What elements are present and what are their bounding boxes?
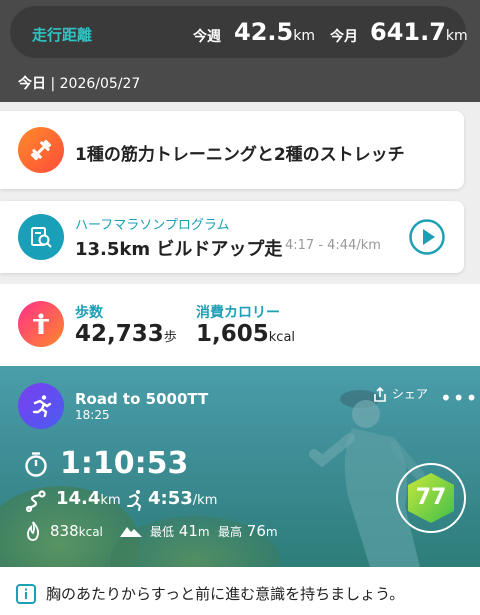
pace-icon bbox=[127, 490, 142, 511]
elevation-max: 最高 76m bbox=[218, 522, 278, 540]
week-distance: 42.5km bbox=[234, 18, 315, 46]
program-card[interactable]: ハーフマラソンプログラム 13.5km ビルドアップ走 4:17 - 4:44/… bbox=[0, 201, 464, 273]
today-date: 今日 | 2026/05/27 bbox=[18, 76, 141, 92]
activity-name: Road to 5000TT bbox=[75, 390, 209, 408]
distance-label: 走行距離 bbox=[32, 26, 93, 44]
activity-pace: 4:53/km bbox=[148, 488, 218, 509]
week-label: 今週 bbox=[193, 29, 221, 45]
steps-value: 42,733歩 bbox=[75, 321, 177, 347]
steps-label: 歩数 bbox=[75, 305, 103, 321]
activity-card[interactable]: Road to 5000TT 18:25 シェア ••• 1:10:53 14.… bbox=[0, 366, 480, 567]
workout-title: 1種の筋力トレーニングと2種のストレッチ bbox=[75, 145, 405, 165]
month-distance: 641.7km bbox=[370, 18, 468, 46]
activity-distance: 14.4km bbox=[56, 488, 121, 509]
share-label: シェア bbox=[391, 387, 428, 401]
tip-banner: 胸のあたりからすっと前に進む意識を持ちましょう。 bbox=[0, 567, 480, 615]
activity-time: 18:25 bbox=[75, 408, 110, 422]
distance-summary[interactable]: 走行距離 今週 42.5km 今月 641.7km bbox=[10, 6, 468, 58]
calories-label: 消費カロリー bbox=[196, 305, 280, 321]
analysis-icon bbox=[18, 214, 64, 260]
daily-stats-card[interactable]: 歩数 42,733歩 消費カロリー 1,605kcal bbox=[0, 284, 480, 366]
program-pace: 4:17 - 4:44/km bbox=[285, 238, 381, 253]
flame-icon bbox=[27, 521, 40, 541]
activity-score-badge[interactable]: 77 bbox=[396, 463, 466, 533]
share-icon bbox=[374, 386, 386, 402]
program-title: 13.5km ビルドアップ走 bbox=[75, 239, 283, 260]
elevation-min: 最低 41m bbox=[150, 522, 210, 540]
program-name: ハーフマラソンプログラム bbox=[75, 218, 230, 233]
route-icon bbox=[25, 490, 46, 512]
dumbbell-icon bbox=[18, 127, 64, 173]
more-menu-icon[interactable]: ••• bbox=[440, 386, 478, 410]
workout-card[interactable]: 1種の筋力トレーニングと2種のストレッチ bbox=[0, 111, 464, 189]
body-icon bbox=[18, 301, 64, 347]
play-button[interactable] bbox=[408, 218, 446, 256]
calories-value: 1,605kcal bbox=[196, 321, 296, 347]
stopwatch-icon bbox=[25, 452, 47, 477]
activity-duration: 1:10:53 bbox=[60, 446, 189, 481]
info-icon bbox=[16, 584, 36, 604]
activity-calories: 838kcal bbox=[50, 522, 103, 540]
activity-score: 77 bbox=[415, 485, 447, 510]
share-button[interactable]: シェア bbox=[372, 385, 428, 403]
month-label: 今月 bbox=[330, 29, 358, 45]
summary-header: 走行距離 今週 42.5km 今月 641.7km 今日 | 2026/05/2… bbox=[0, 0, 480, 102]
elevation-icon bbox=[120, 527, 142, 537]
tip-text: 胸のあたりからすっと前に進む意識を持ちましょう。 bbox=[46, 585, 405, 603]
running-icon bbox=[18, 383, 64, 429]
